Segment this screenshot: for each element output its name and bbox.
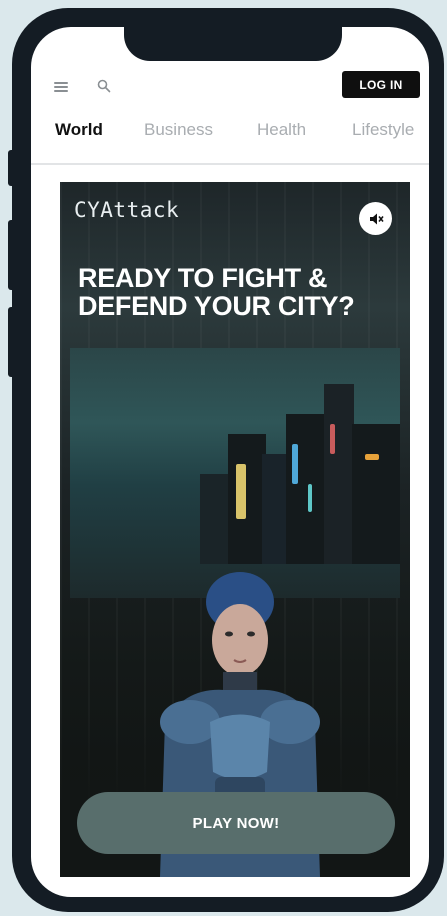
hamburger-menu-icon[interactable] bbox=[54, 82, 68, 92]
ad-banner[interactable]: CYAttack READY TO FIGHT & DEFEND YOUR CI… bbox=[60, 182, 410, 877]
ad-headline: READY TO FIGHT & DEFEND YOUR CITY? bbox=[78, 264, 398, 320]
phone-screen: LOG IN World Business Health Lifestyle C… bbox=[31, 27, 429, 897]
speaker-muted-icon[interactable] bbox=[359, 202, 392, 235]
ad-brand-logo: CYAttack bbox=[74, 198, 180, 222]
phone-notch bbox=[124, 27, 342, 61]
login-button[interactable]: LOG IN bbox=[342, 71, 420, 98]
section-tabs: World Business Health Lifestyle bbox=[31, 120, 429, 150]
ad-headline-line1: READY TO FIGHT & bbox=[78, 263, 328, 293]
ad-headline-line2: DEFEND YOUR CITY? bbox=[78, 291, 355, 321]
tab-health[interactable]: Health bbox=[257, 120, 306, 140]
play-now-button[interactable]: PLAY NOW! bbox=[77, 792, 395, 854]
tab-lifestyle[interactable]: Lifestyle bbox=[352, 120, 414, 140]
tab-world[interactable]: World bbox=[55, 120, 103, 140]
tab-business[interactable]: Business bbox=[144, 120, 213, 140]
search-icon[interactable] bbox=[97, 79, 111, 93]
ad-city-scene-image bbox=[70, 348, 400, 598]
city-skyline bbox=[200, 364, 400, 564]
tabs-divider bbox=[31, 163, 429, 165]
